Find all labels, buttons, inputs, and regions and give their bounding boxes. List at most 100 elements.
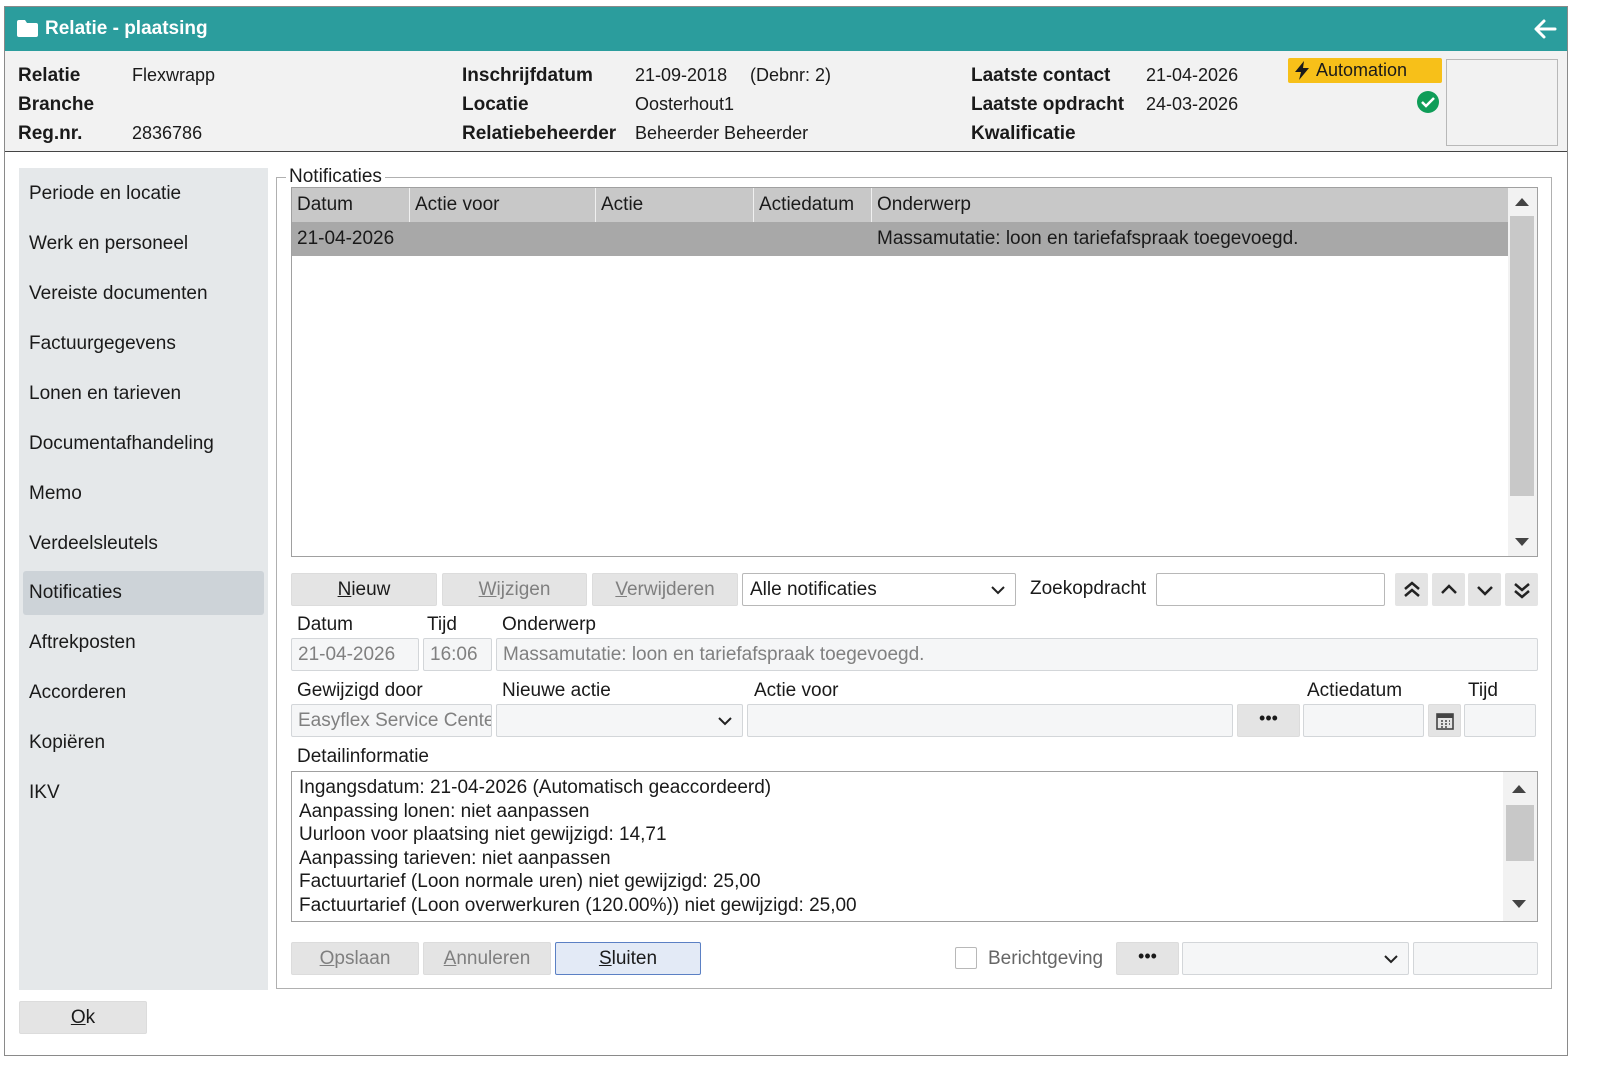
cell-onderwerp: Massamutatie: loon en tariefafspraak toe… — [877, 228, 1299, 249]
inschrijfdatum-label: Inschrijfdatum — [462, 65, 593, 86]
actiedatum-field[interactable] — [1303, 704, 1424, 737]
relation-header: Relatie Flexwrapp Branche Reg.nr. 283678… — [5, 51, 1567, 152]
laatste-contact-value: 21-04-2026 — [1146, 65, 1239, 85]
sidebar-item-verdeelsleutels[interactable]: Verdeelsleutels — [23, 522, 264, 566]
sidebar-item-lonen-en-tarieven[interactable]: Lonen en tarieven — [23, 372, 264, 416]
first-icon[interactable] — [1395, 573, 1428, 606]
ok-label: k — [85, 1007, 96, 1028]
sidebar-item-werk-en-personeel[interactable]: Werk en personeel — [23, 222, 264, 266]
group-title: Notificaties — [286, 166, 385, 188]
sidebar-item-memo[interactable]: Memo — [23, 472, 264, 516]
datum-field[interactable]: 21-04-2026 — [291, 638, 419, 671]
detail-textarea[interactable]: Ingangsdatum: 21-04-2026 (Automatisch ge… — [291, 771, 1538, 922]
sidebar-item-notificaties[interactable]: Notificaties — [23, 571, 264, 615]
scroll-down-icon[interactable] — [1515, 538, 1529, 546]
column-header-actiedatum[interactable]: Actiedatum — [754, 188, 872, 222]
detail-line: Aanpassing tarieven: niet aanpassen — [299, 847, 611, 869]
laatste-opdracht-label: Laatste opdracht — [971, 94, 1125, 115]
relatie-label: Relatie — [18, 65, 81, 86]
actie-voor-field[interactable] — [747, 704, 1233, 737]
verwijderen-accel: V — [615, 579, 627, 600]
detail-line: Uurloon voor plaatsing niet gewijzigd: 1… — [299, 824, 667, 845]
actiedatum-label: Actiedatum — [1307, 680, 1403, 701]
column-header-actie-voor[interactable]: Actie voor — [410, 188, 596, 222]
zoekopdracht-label: Zoekopdracht — [1030, 578, 1147, 599]
annuleren-button[interactable]: Annuleren — [423, 942, 551, 975]
scroll-down-icon[interactable] — [1512, 900, 1526, 908]
sluiten-button[interactable]: Sluiten — [555, 942, 701, 975]
cell-datum: 21-04-2026 — [297, 228, 395, 249]
tijd2-label: Tijd — [1468, 680, 1498, 701]
sidebar-item-accorderen[interactable]: Accorderen — [23, 671, 264, 715]
regnr-label: Reg.nr. — [18, 123, 83, 144]
opslaan-accel: O — [319, 948, 335, 969]
automation-badge[interactable]: Automation — [1288, 58, 1442, 83]
sidebar-item-vereiste-documenten[interactable]: Vereiste documenten — [23, 272, 264, 316]
nieuw-label: ieuw — [351, 579, 391, 600]
prev-icon[interactable] — [1432, 573, 1465, 606]
scroll-thumb[interactable] — [1506, 805, 1534, 861]
scroll-up-icon[interactable] — [1515, 198, 1529, 206]
detail-scrollbar[interactable] — [1503, 772, 1537, 921]
nieuw-button[interactable]: Nieuw — [291, 573, 437, 606]
wijzigen-button[interactable]: Wijzigen — [442, 573, 587, 606]
verwijderen-button[interactable]: Verwijderen — [592, 573, 738, 606]
kwalificatie-label: Kwalificatie — [971, 123, 1076, 144]
detail-line: Ingangsdatum: 21-04-2026 (Automatisch ge… — [299, 777, 772, 798]
window-title: Relatie - plaatsing — [45, 18, 208, 39]
scroll-up-icon[interactable] — [1512, 785, 1526, 793]
berichtgeving-checkbox[interactable] — [955, 947, 977, 969]
onderwerp-label: Onderwerp — [502, 614, 596, 635]
calendar-icon[interactable] — [1428, 704, 1461, 737]
filter-select[interactable]: Alle notificaties — [742, 573, 1016, 606]
branche-label: Branche — [18, 94, 95, 115]
sidebar-item-documentafhandeling[interactable]: Documentafhandeling — [23, 422, 264, 466]
check-circle-icon — [1417, 91, 1439, 113]
relation-photo[interactable] — [1446, 59, 1558, 146]
column-header-onderwerp[interactable]: Onderwerp — [872, 188, 1508, 222]
relatiebeheerder-label: Relatiebeheerder — [462, 123, 617, 144]
column-header-datum[interactable]: Datum — [292, 188, 410, 222]
sidebar-item-kopieren[interactable]: Kopiëren — [23, 721, 264, 765]
berichtgeving-label: Berichtgeving — [988, 948, 1104, 969]
inschrijfdatum-value: 21-09-2018 — [635, 65, 728, 85]
regnr-value: 2836786 — [132, 123, 203, 143]
detail-label: Detailinformatie — [297, 746, 429, 767]
sidebar-item-aftrekposten[interactable]: Aftrekposten — [23, 621, 264, 665]
berichtgeving-field[interactable] — [1413, 942, 1538, 975]
ellipsis-icon[interactable]: ••• — [1237, 704, 1300, 737]
back-arrow-icon[interactable] — [1533, 17, 1557, 41]
scroll-thumb[interactable] — [1510, 216, 1534, 496]
table-row[interactable]: 21-04-2026 Massamutatie: loon en tariefa… — [292, 222, 1508, 256]
nieuwe-actie-select[interactable] — [496, 704, 743, 737]
sidebar-item-factuurgegevens[interactable]: Factuurgegevens — [23, 322, 264, 366]
debnr-value: (Debnr: 2) — [750, 65, 832, 85]
tijd2-field[interactable] — [1464, 704, 1536, 737]
onderwerp-field[interactable]: Massamutatie: loon en tariefafspraak toe… — [496, 638, 1538, 671]
opslaan-button[interactable]: Opslaan — [291, 942, 419, 975]
last-icon[interactable] — [1505, 573, 1538, 606]
tijd-label: Tijd — [427, 614, 457, 635]
sidebar-item-periode-en-locatie[interactable]: Periode en locatie — [23, 172, 264, 216]
gewijzigd-door-field[interactable]: Easyflex Service Cente — [291, 704, 492, 737]
table-scrollbar[interactable] — [1508, 188, 1537, 556]
ok-button[interactable]: Ok — [19, 1001, 147, 1034]
table-header: Datum Actie voor Actie Actiedatum Onderw… — [292, 188, 1508, 222]
actie-voor-label: Actie voor — [754, 680, 839, 701]
column-header-actie[interactable]: Actie — [596, 188, 754, 222]
chevron-down-icon — [1384, 955, 1398, 964]
opslaan-label: pslaan — [334, 948, 391, 969]
nieuwe-actie-label: Nieuwe actie — [502, 680, 611, 701]
datum-label: Datum — [297, 614, 353, 635]
detail-line: Factuurtarief (Loon normale uren) niet g… — [299, 871, 761, 892]
ellipsis-icon[interactable]: ••• — [1116, 942, 1179, 975]
notifications-table[interactable]: Datum Actie voor Actie Actiedatum Onderw… — [291, 187, 1538, 557]
berichtgeving-select[interactable] — [1182, 942, 1409, 975]
next-icon[interactable] — [1468, 573, 1501, 606]
tijd-field[interactable]: 16:06 — [423, 638, 492, 671]
search-input[interactable] — [1156, 573, 1385, 606]
laatste-contact-label: Laatste contact — [971, 65, 1111, 86]
sidebar-item-ikv[interactable]: IKV — [23, 771, 264, 815]
laatste-opdracht-value: 24-03-2026 — [1146, 94, 1239, 114]
cell-actie — [596, 222, 754, 256]
